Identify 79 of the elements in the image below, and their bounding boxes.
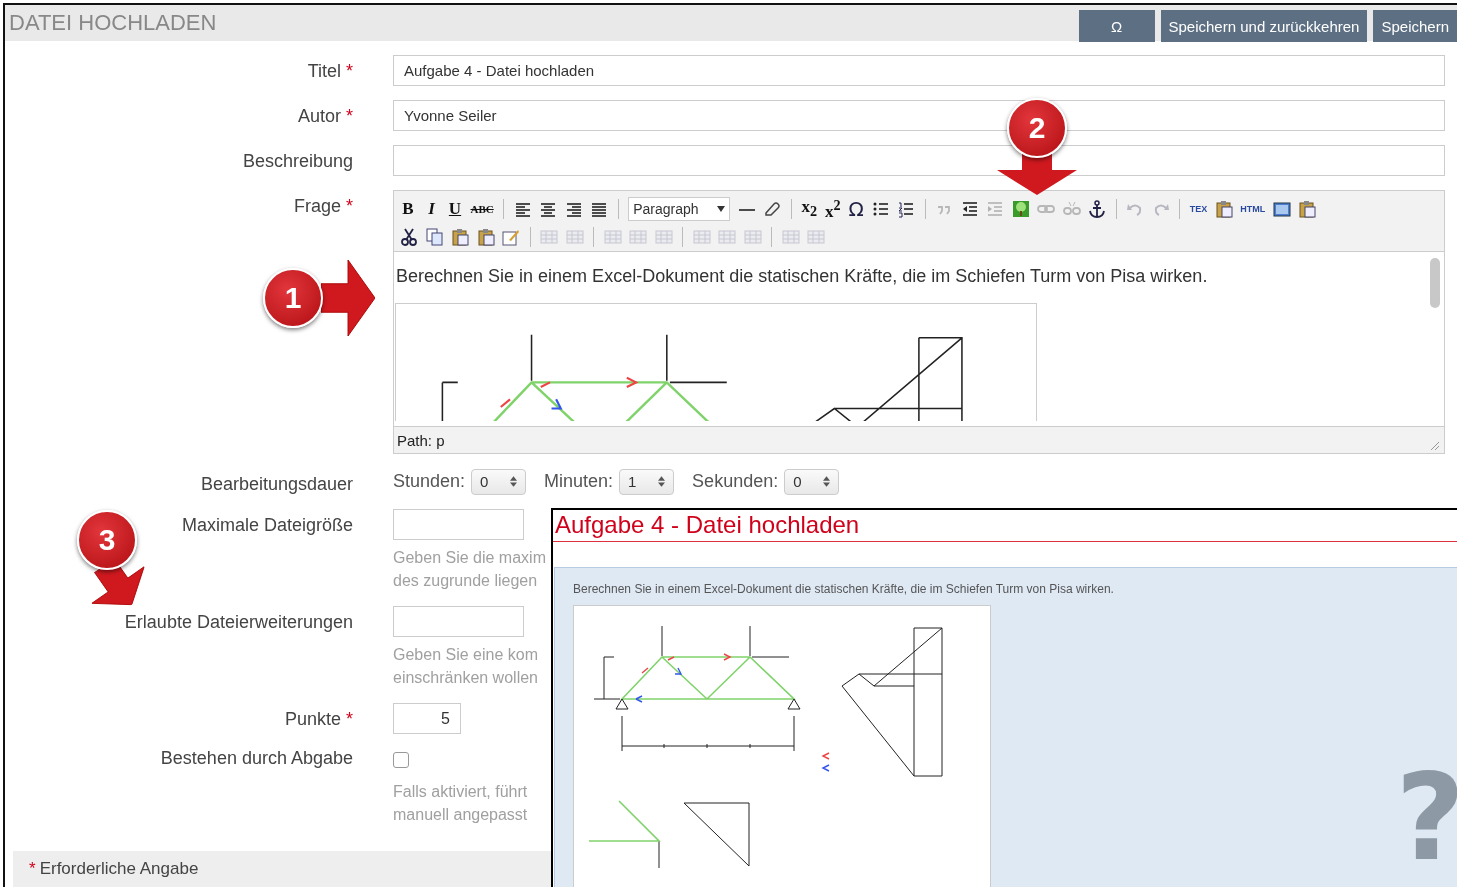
page-title: DATEI HOCHLADEN <box>8 10 217 36</box>
help-text: des zugrunde liegen <box>393 571 538 591</box>
step-badge: 2 <box>1007 98 1067 158</box>
align-center-icon[interactable] <box>539 200 558 218</box>
scrollbar-thumb[interactable] <box>1430 258 1440 308</box>
help-text: Geben Sie eine kom <box>393 645 538 665</box>
time-select[interactable]: 0 <box>471 468 527 495</box>
underline-button[interactable]: U <box>447 199 463 219</box>
toolbar-button[interactable]: Speichern und zurückkehren <box>1160 10 1368 42</box>
checkbox[interactable] <box>393 752 409 768</box>
special-character-button[interactable]: Ω <box>848 197 865 221</box>
required-mark: * <box>346 106 353 126</box>
required-mark: * <box>346 61 353 81</box>
numbered-list-icon[interactable] <box>897 200 916 218</box>
help-text: manuell angepasst <box>393 805 528 825</box>
align-right-icon[interactable] <box>564 200 583 218</box>
field-label: Bestehen durch Abgabe <box>160 748 353 768</box>
required-mark: * <box>346 709 353 729</box>
field-label: Beschreibung <box>242 151 353 171</box>
clipboard-icon[interactable] <box>1298 200 1317 218</box>
eraser-icon[interactable] <box>763 200 782 218</box>
clipboard-icon[interactable] <box>1214 200 1233 218</box>
spinner-icon <box>823 476 831 487</box>
notepad-icon[interactable] <box>502 228 520 246</box>
italic-button[interactable]: I <box>423 199 440 219</box>
text-field[interactable]: Aufgabe 4 - Datei hochladen <box>393 55 1445 86</box>
field-label: Autor <box>297 106 341 126</box>
spinner-icon <box>658 476 666 487</box>
field-label: Titel <box>307 61 341 81</box>
bullet-list-icon[interactable] <box>871 200 890 218</box>
preview-title: Aufgabe 4 - Datei hochladen <box>553 510 1457 542</box>
clipboard-icon[interactable] <box>451 228 469 246</box>
resize-grip-icon[interactable] <box>1430 441 1440 451</box>
outdent-icon[interactable] <box>960 200 979 218</box>
media-icon[interactable] <box>1272 200 1291 218</box>
time-unit-label: Minuten: <box>544 471 614 492</box>
script-button[interactable]: x$_{2}$ <box>801 197 818 221</box>
question-text: Berechnen Sie in einem Excel-Dokument die statischen Kräfte, die im Schiefen Turm von Pisa wirken. <box>396 266 1209 287</box>
footer-note: Erforderliche Angabe <box>39 859 199 879</box>
question-mark: ? <box>1395 758 1457 878</box>
text-field[interactable] <box>393 606 524 637</box>
bold-button[interactable]: B <box>400 199 416 219</box>
question-text: Berechnen Sie in einem Excel-Dokument die statischen Kräfte, die im Schiefen Turm von Pisa wirken. <box>573 582 1115 596</box>
help-text: einschränken wollen <box>393 668 538 688</box>
align-left-icon[interactable] <box>513 200 532 218</box>
required-mark: * <box>29 859 36 879</box>
step-badge: 3 <box>77 510 137 570</box>
number-field[interactable]: 5 <box>393 703 461 734</box>
time-unit-label: Stunden: <box>393 471 466 492</box>
text-field[interactable] <box>393 509 524 540</box>
format-select[interactable]: Paragraph <box>628 197 731 221</box>
time-select[interactable]: 0 <box>784 468 840 495</box>
toolbar-button[interactable]: Speichern <box>1373 10 1457 42</box>
clipboard-icon[interactable] <box>476 228 495 246</box>
spinner-icon <box>510 476 518 487</box>
toolbar-button[interactable]: Ω <box>1078 10 1155 42</box>
copy-icon[interactable] <box>425 228 444 246</box>
anchor-icon[interactable] <box>1088 200 1107 218</box>
script-button[interactable]: x$^{2}$ <box>824 196 841 222</box>
step-badge: 1 <box>263 268 323 328</box>
caret-icon <box>717 206 726 212</box>
justify-icon[interactable] <box>590 200 609 218</box>
field-label: Erlaubte Dateierweiterungen <box>124 612 353 632</box>
time-unit-label: Sekunden: <box>692 471 779 492</box>
element-path: Path: p <box>397 431 445 449</box>
text-field[interactable] <box>393 145 1445 176</box>
required-mark: * <box>346 196 353 216</box>
tree-icon[interactable] <box>1011 200 1030 218</box>
field-label: Frage <box>293 196 341 216</box>
field-label: Punkte <box>284 709 341 729</box>
toolbar-button[interactable]: TEX <box>1189 204 1208 214</box>
strikethrough-button[interactable]: ABC <box>470 203 494 215</box>
help-text: Falls aktiviert, führt <box>393 782 528 802</box>
scissors-icon[interactable] <box>400 228 418 246</box>
time-select[interactable]: 1 <box>619 468 675 495</box>
toolbar-button[interactable]: HTML <box>1240 204 1266 214</box>
field-label: Maximale Dateigröße <box>181 515 353 535</box>
help-text: Geben Sie die maxim <box>393 548 546 568</box>
field-label: Bearbeitungsdauer <box>200 474 353 494</box>
